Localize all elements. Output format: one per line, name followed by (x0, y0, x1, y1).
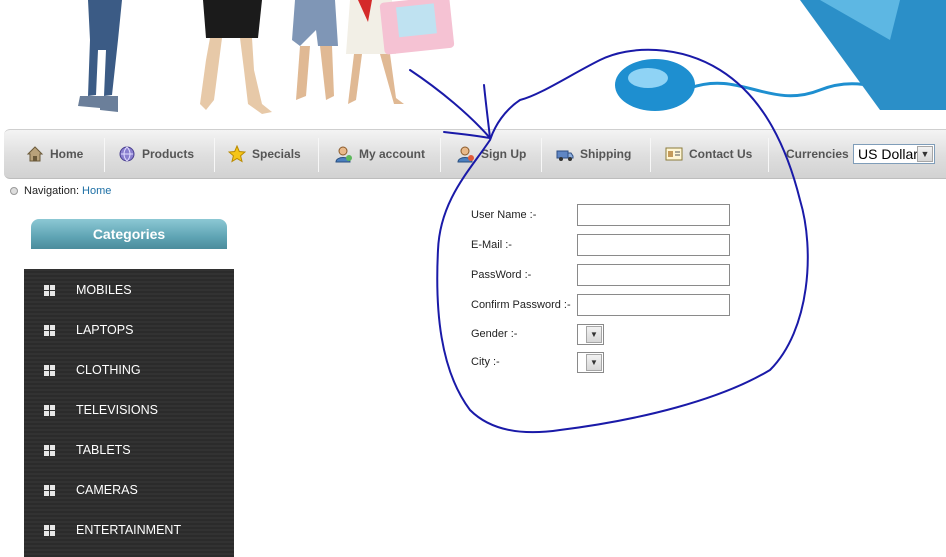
nav-divider (650, 138, 651, 172)
nav-contact-us-label: Contact Us (689, 147, 753, 161)
bullet-icon (10, 187, 18, 195)
category-label: CAMERAS (76, 483, 138, 497)
username-label: User Name :- (471, 209, 537, 221)
contact-card-icon (665, 145, 683, 163)
nav-shipping-label: Shipping (580, 147, 632, 161)
breadcrumb-home-link[interactable]: Home (82, 185, 111, 197)
banner-shopping-image (78, 0, 946, 114)
categories-heading: Categories (31, 219, 227, 249)
truck-icon (556, 145, 574, 163)
nav-my-account[interactable]: My account (335, 130, 425, 178)
username-field[interactable] (577, 204, 730, 226)
nav-divider (440, 138, 441, 172)
category-label: ENTERTAINMENT (76, 523, 182, 537)
nav-home-label: Home (50, 147, 84, 161)
currencies-label: Currencies (786, 147, 849, 161)
category-item-clothing[interactable]: CLOTHING (24, 350, 234, 390)
grid-icon (44, 404, 55, 416)
grid-icon (44, 284, 55, 296)
confirm-password-label: Confirm Password :- (471, 299, 571, 311)
currency-select[interactable]: US Dollar ▼ (853, 144, 935, 164)
gender-label: Gender :- (471, 328, 518, 340)
password-field[interactable] (577, 264, 730, 286)
grid-icon (44, 524, 55, 536)
chevron-down-icon[interactable]: ▼ (586, 326, 602, 343)
nav-specials[interactable]: Specials (227, 130, 301, 178)
main-navigation-bar: Home Products Specials My account Sign U… (4, 129, 946, 179)
password-label: PassWord :- (471, 269, 532, 281)
email-field[interactable] (577, 234, 730, 256)
nav-my-account-label: My account (359, 147, 426, 161)
nav-products[interactable]: Products (118, 130, 194, 178)
user-account-icon (335, 145, 353, 163)
category-item-tablets[interactable]: TABLETS (24, 430, 234, 470)
nav-sign-up[interactable]: Sign Up (457, 130, 526, 178)
gender-select[interactable]: ▼ (577, 324, 604, 345)
grid-icon (44, 324, 55, 336)
category-label: TABLETS (76, 443, 131, 457)
breadcrumb-label: Navigation: (24, 185, 80, 197)
user-signup-icon (457, 145, 475, 163)
nav-specials-label: Specials (252, 147, 301, 161)
city-select[interactable]: ▼ (577, 352, 604, 373)
category-item-televisions[interactable]: TELEVISIONS (24, 390, 234, 430)
currency-selected-value: US Dollar (858, 146, 918, 162)
category-label: MOBILES (76, 283, 132, 297)
city-label: City :- (471, 356, 500, 368)
nav-divider (318, 138, 319, 172)
header-banner (0, 0, 946, 130)
nav-divider (214, 138, 215, 172)
email-label: E-Mail :- (471, 239, 512, 251)
star-icon (227, 144, 247, 163)
category-label: LAPTOPS (76, 323, 134, 337)
chevron-down-icon[interactable]: ▼ (586, 354, 602, 371)
category-label: TELEVISIONS (76, 403, 158, 417)
breadcrumb: Navigation: Home (10, 185, 111, 197)
nav-home[interactable]: Home (26, 130, 83, 178)
confirm-password-field[interactable] (577, 294, 730, 316)
nav-products-label: Products (142, 147, 195, 161)
grid-icon (44, 364, 55, 376)
grid-icon (44, 484, 55, 496)
house-icon (26, 145, 44, 163)
category-item-laptops[interactable]: LAPTOPS (24, 310, 234, 350)
nav-contact-us[interactable]: Contact Us (665, 130, 752, 178)
nav-shipping[interactable]: Shipping (556, 130, 631, 178)
products-globe-icon (118, 145, 136, 163)
chevron-down-icon[interactable]: ▼ (917, 146, 933, 162)
grid-icon (44, 444, 55, 456)
nav-divider (104, 138, 105, 172)
category-item-cameras[interactable]: CAMERAS (24, 470, 234, 510)
categories-list: MOBILES LAPTOPS CLOTHING TELEVISIONS TAB… (24, 269, 234, 557)
category-item-mobiles[interactable]: MOBILES (24, 270, 234, 310)
nav-sign-up-label: Sign Up (481, 147, 527, 161)
category-label: CLOTHING (76, 363, 141, 377)
nav-divider (768, 138, 769, 172)
nav-divider (541, 138, 542, 172)
category-item-entertainment[interactable]: ENTERTAINMENT (24, 510, 234, 550)
